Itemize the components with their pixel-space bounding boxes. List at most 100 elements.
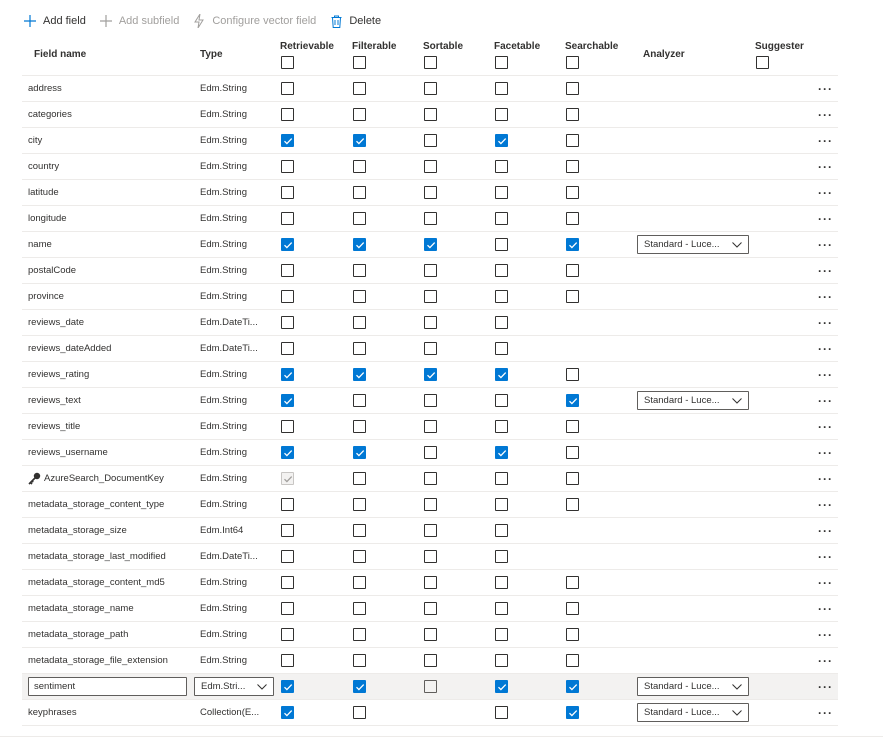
sortable-checkbox[interactable] [424,674,437,699]
sortable-checkbox[interactable] [424,570,437,595]
retrievable-checkbox[interactable] [281,336,294,361]
searchable-checkbox[interactable] [566,284,579,309]
table-row[interactable]: keyphrases Collection(E... Standard - Luce… [22,700,838,726]
table-row[interactable]: metadata_storage_size Edm.Int64 ··· [22,518,838,544]
add-subfield-button[interactable]: Add subfield [98,13,179,29]
retrievable-checkbox[interactable] [281,206,294,231]
facetable-checkbox[interactable] [495,544,508,569]
sortable-checkbox[interactable] [424,518,437,543]
retrievable-checkbox[interactable] [281,648,294,673]
more-options-icon[interactable]: ··· [818,570,833,595]
filterable-checkbox[interactable] [353,518,366,543]
more-options-icon[interactable]: ··· [818,310,833,335]
retrievable-checkbox[interactable] [281,622,294,647]
retrievable-checkbox[interactable] [281,154,294,179]
sortable-checkbox[interactable] [424,232,437,257]
table-row[interactable]: AzureSearch_DocumentKey Edm.String ··· [22,466,838,492]
table-row[interactable]: reviews_date Edm.DateTi... ··· [22,310,838,336]
more-options-icon[interactable]: ··· [818,336,833,361]
filterable-checkbox[interactable] [353,622,366,647]
retrievable-checkbox[interactable] [281,232,294,257]
filterable-checkbox[interactable] [353,310,366,335]
filterable-checkbox[interactable] [353,206,366,231]
more-options-icon[interactable]: ··· [818,544,833,569]
table-row[interactable]: metadata_storage_content_md5 Edm.String ··… [22,570,838,596]
sortable-checkbox[interactable] [424,414,437,439]
retrievable-checkbox[interactable] [281,440,294,465]
searchable-checkbox[interactable] [566,414,579,439]
facetable-checkbox[interactable] [495,336,508,361]
more-options-icon[interactable]: ··· [818,440,833,465]
retrievable-checkbox[interactable] [281,466,294,491]
retrievable-checkbox[interactable] [281,180,294,205]
analyzer-dropdown[interactable]: Standard - Luce... [637,235,749,254]
more-options-icon[interactable]: ··· [818,102,833,127]
searchable-checkbox[interactable] [566,154,579,179]
searchable-checkbox[interactable] [566,440,579,465]
analyzer-dropdown[interactable]: Standard - Luce... [637,677,749,696]
sortable-checkbox[interactable] [424,258,437,283]
filterable-checkbox[interactable] [353,648,366,673]
searchable-checkbox[interactable] [566,102,579,127]
analyzer-dropdown[interactable]: Standard - Luce... [637,703,749,722]
facetable-checkbox[interactable] [495,284,508,309]
filterable-checkbox[interactable] [353,232,366,257]
facetable-checkbox[interactable] [495,76,508,101]
suggester-all-checkbox[interactable] [756,56,769,69]
table-row[interactable]: reviews_rating Edm.String ··· [22,362,838,388]
filterable-checkbox[interactable] [353,466,366,491]
sortable-checkbox[interactable] [424,622,437,647]
facetable-checkbox[interactable] [495,362,508,387]
sortable-checkbox[interactable] [424,128,437,153]
searchable-checkbox[interactable] [566,388,579,413]
sortable-checkbox[interactable] [424,648,437,673]
searchable-all-checkbox[interactable] [566,56,579,69]
facetable-checkbox[interactable] [495,128,508,153]
retrievable-checkbox[interactable] [281,544,294,569]
filterable-checkbox[interactable] [353,76,366,101]
table-row[interactable]: name Edm.String Standard - Luce... ··· [22,232,838,258]
table-row[interactable]: reviews_dateAdded Edm.DateTi... ··· [22,336,838,362]
filterable-checkbox[interactable] [353,544,366,569]
analyzer-dropdown[interactable]: Standard - Luce... [637,391,749,410]
searchable-checkbox[interactable] [566,258,579,283]
table-row[interactable]: sentiment Edm.Stri... Standard - Luce... ··… [22,674,838,700]
table-row[interactable]: metadata_storage_content_type Edm.String ·… [22,492,838,518]
retrievable-checkbox[interactable] [281,128,294,153]
retrievable-checkbox[interactable] [281,102,294,127]
table-row[interactable]: metadata_storage_name Edm.String ··· [22,596,838,622]
sortable-checkbox[interactable] [424,76,437,101]
searchable-checkbox[interactable] [566,492,579,517]
searchable-checkbox[interactable] [566,180,579,205]
sortable-checkbox[interactable] [424,544,437,569]
filterable-all-checkbox[interactable] [353,56,366,69]
more-options-icon[interactable]: ··· [818,258,833,283]
facetable-all-checkbox[interactable] [495,56,508,69]
more-options-icon[interactable]: ··· [818,700,833,725]
retrievable-checkbox[interactable] [281,284,294,309]
searchable-checkbox[interactable] [566,596,579,621]
searchable-checkbox[interactable] [566,76,579,101]
searchable-checkbox[interactable] [566,128,579,153]
table-row[interactable]: reviews_title Edm.String ··· [22,414,838,440]
facetable-checkbox[interactable] [495,570,508,595]
filterable-checkbox[interactable] [353,258,366,283]
sortable-checkbox[interactable] [424,336,437,361]
filterable-checkbox[interactable] [353,700,366,725]
facetable-checkbox[interactable] [495,440,508,465]
field-name-input[interactable]: sentiment [28,677,187,696]
table-row[interactable]: metadata_storage_path Edm.String ··· [22,622,838,648]
table-row[interactable]: longitude Edm.String ··· [22,206,838,232]
retrievable-checkbox[interactable] [281,596,294,621]
facetable-checkbox[interactable] [495,518,508,543]
searchable-checkbox[interactable] [566,674,579,699]
filterable-checkbox[interactable] [353,362,366,387]
more-options-icon[interactable]: ··· [818,414,833,439]
sortable-checkbox[interactable] [424,596,437,621]
retrievable-checkbox[interactable] [281,258,294,283]
retrievable-checkbox[interactable] [281,570,294,595]
filterable-checkbox[interactable] [353,102,366,127]
more-options-icon[interactable]: ··· [818,596,833,621]
more-options-icon[interactable]: ··· [818,492,833,517]
more-options-icon[interactable]: ··· [818,362,833,387]
